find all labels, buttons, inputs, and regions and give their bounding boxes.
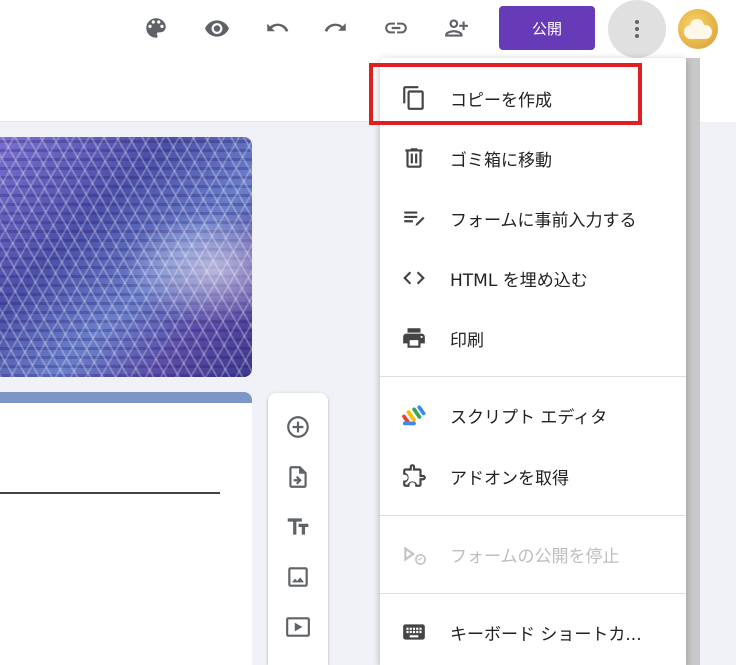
menu-separator [380, 593, 686, 594]
add-title-icon[interactable] [282, 511, 314, 543]
menu-item-script-editor[interactable]: スクリプト エディタ [380, 385, 686, 445]
apps-script-icon [400, 401, 428, 429]
question-title-underline [0, 492, 220, 494]
prefill-icon [400, 204, 428, 232]
keyboard-icon [400, 618, 428, 646]
menu-item-make-copy[interactable]: コピーを作成 [380, 68, 686, 128]
unpublish-icon [400, 540, 428, 568]
question-card[interactable] [0, 392, 252, 665]
menu-item-embed-html[interactable]: HTML を埋め込む [380, 248, 686, 308]
question-card-accent [0, 392, 252, 403]
menu-separator [380, 376, 686, 377]
floating-side-toolbar [268, 393, 328, 665]
copy-icon [400, 84, 428, 112]
menu-item-prefill[interactable]: フォームに事前入力する [380, 188, 686, 248]
code-icon [400, 264, 428, 292]
undo-icon[interactable] [259, 10, 295, 46]
menu-item-label: スクリプト エディタ [450, 407, 608, 428]
menu-item-label: 印刷 [450, 330, 484, 351]
menu-item-label: フォームに事前入力する [450, 210, 637, 231]
link-icon[interactable] [378, 10, 414, 46]
add-image-icon[interactable] [282, 561, 314, 593]
more-options-menu: コピーを作成 ゴミ箱に移動 フォームに事前入力する HTML を埋め込む 印刷 [380, 58, 686, 665]
menu-item-label: ゴミ箱に移動 [450, 150, 552, 171]
form-header-image [0, 137, 252, 377]
import-questions-icon[interactable] [282, 461, 314, 493]
trash-icon [400, 144, 428, 172]
menu-item-move-to-trash[interactable]: ゴミ箱に移動 [380, 128, 686, 188]
eye-icon[interactable] [199, 10, 235, 46]
avatar[interactable] [678, 9, 718, 49]
add-collaborator-icon[interactable] [438, 10, 474, 46]
add-video-icon[interactable] [282, 611, 314, 643]
redo-icon[interactable] [318, 10, 354, 46]
right-gutter [722, 122, 736, 665]
palette-icon[interactable] [138, 10, 174, 46]
more-vert-icon[interactable] [608, 0, 666, 58]
menu-item-print[interactable]: 印刷 [380, 308, 686, 368]
menu-item-label: コピーを作成 [450, 90, 552, 111]
menu-item-label: HTML を埋め込む [450, 270, 588, 291]
print-icon [400, 324, 428, 352]
puzzle-icon [400, 462, 428, 490]
menu-item-stop-publishing: フォームの公開を停止 [380, 524, 686, 584]
menu-item-label: フォームの公開を停止 [450, 546, 620, 567]
add-question-icon[interactable] [282, 411, 314, 443]
menu-item-keyboard-shortcuts[interactable]: キーボード ショートカ... [380, 602, 686, 662]
menu-item-label: キーボード ショートカ... [450, 624, 642, 645]
menu-separator [380, 515, 686, 516]
menu-scrollbar[interactable] [686, 58, 700, 665]
top-toolbar: 公開 [0, 0, 736, 58]
menu-item-label: アドオンを取得 [450, 468, 569, 489]
menu-item-get-addons[interactable]: アドオンを取得 [380, 446, 686, 506]
publish-button[interactable]: 公開 [499, 6, 595, 50]
